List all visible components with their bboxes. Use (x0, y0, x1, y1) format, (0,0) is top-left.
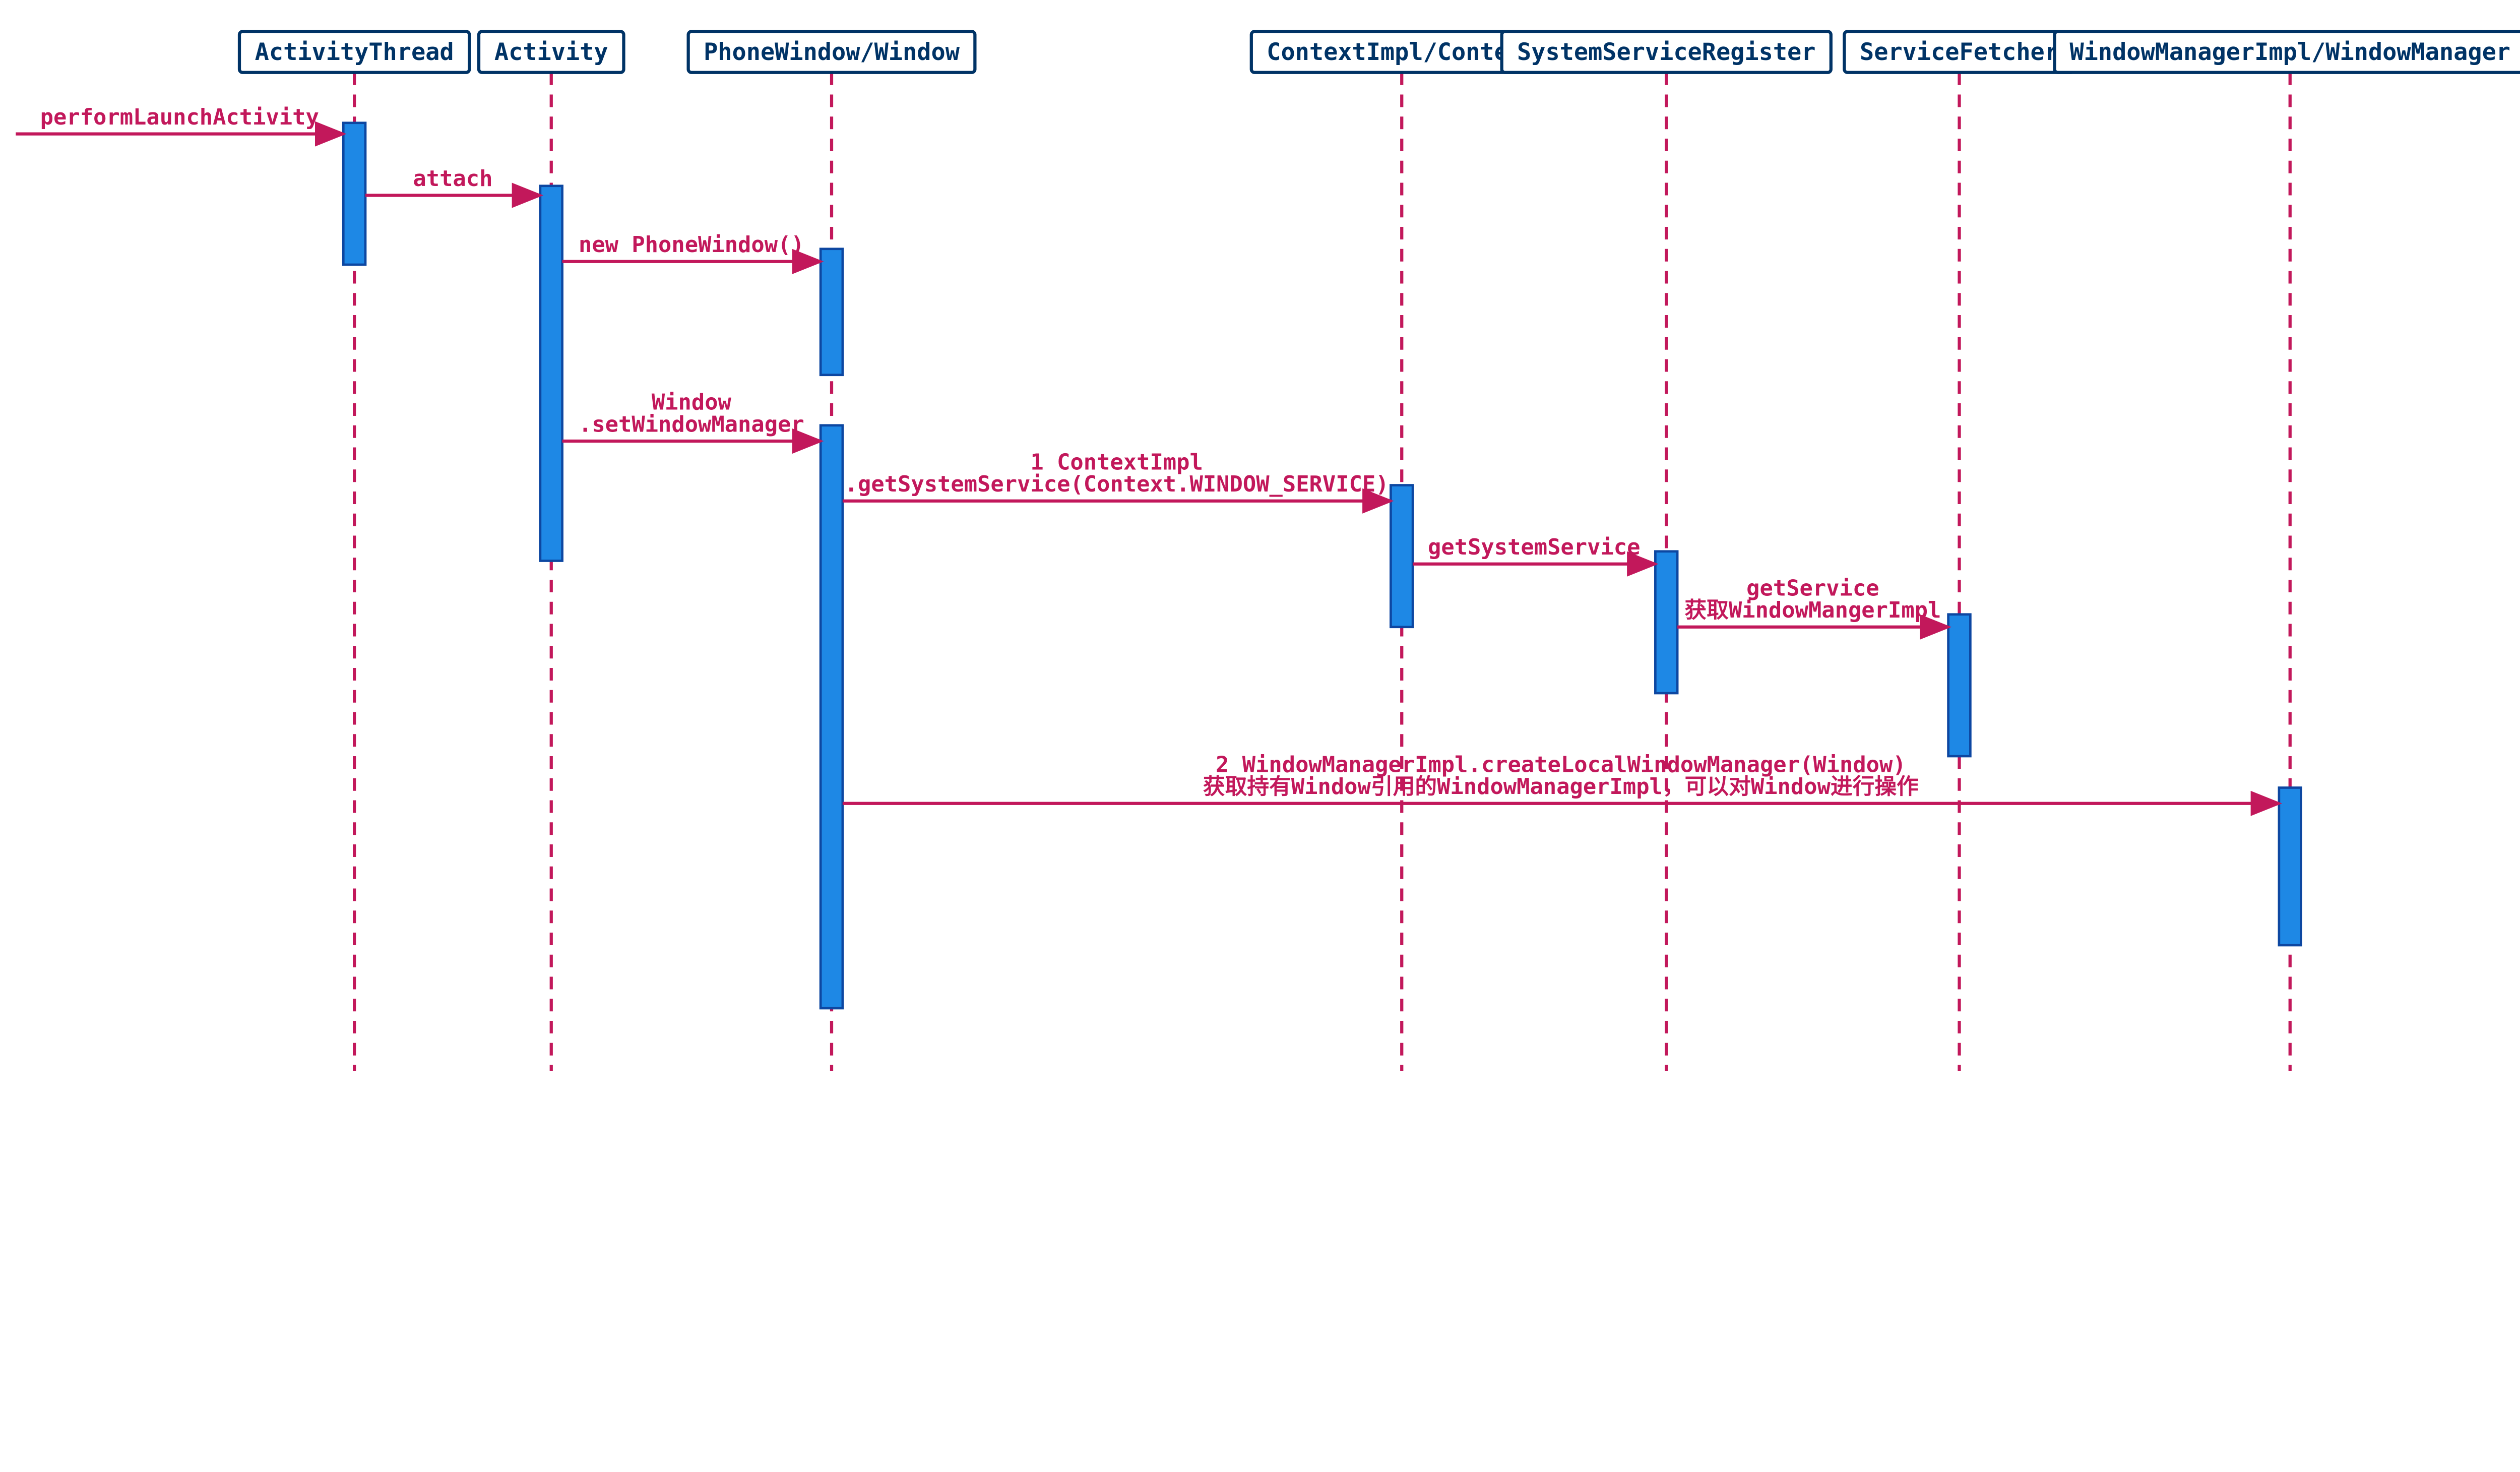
activation-p6-6 (1948, 615, 1971, 756)
message-label-m4: Window.setWindowManager (579, 390, 804, 438)
activation-p5-5 (1655, 551, 1677, 693)
participant-label-p6: ServiceFetcher (1860, 38, 2059, 66)
participant-label-p7: WindowManagerImpl/WindowManager (2069, 38, 2510, 66)
message-label-m3: new PhoneWindow() (579, 232, 804, 258)
message-label-m8: 2 WindowManagerImpl.createLocalWindowMan… (1203, 752, 1919, 800)
message-label-m2: attach (413, 166, 492, 192)
message-label-m5: 1 ContextImpl.getSystemService(Context.W… (845, 449, 1389, 497)
participant-label-p5: SystemServiceRegister (1517, 38, 1815, 66)
message-label-m6: getSystemService (1428, 534, 1640, 560)
activation-p2-1 (540, 186, 562, 561)
sequence-diagram: ActivityThread Activity PhoneWindow/Window… (0, 0, 2520, 1087)
activation-p3-3 (821, 425, 843, 1008)
participant-label-p2: Activity (494, 38, 608, 66)
activation-p4-4 (1391, 485, 1413, 627)
participant-label-p3: PhoneWindow/Window (704, 38, 960, 66)
activation-p7-7 (2279, 788, 2301, 946)
message-label-m1: performLaunchActivity (40, 104, 319, 130)
participant-label-p4: ContextImpl/Context (1267, 38, 1537, 66)
activation-p3-2 (821, 249, 843, 375)
message-label-m7: getService获取WindowMangerImpl (1684, 575, 1941, 623)
participant-label-p1: ActivityThread (255, 38, 454, 66)
activation-p1-0 (343, 123, 365, 265)
